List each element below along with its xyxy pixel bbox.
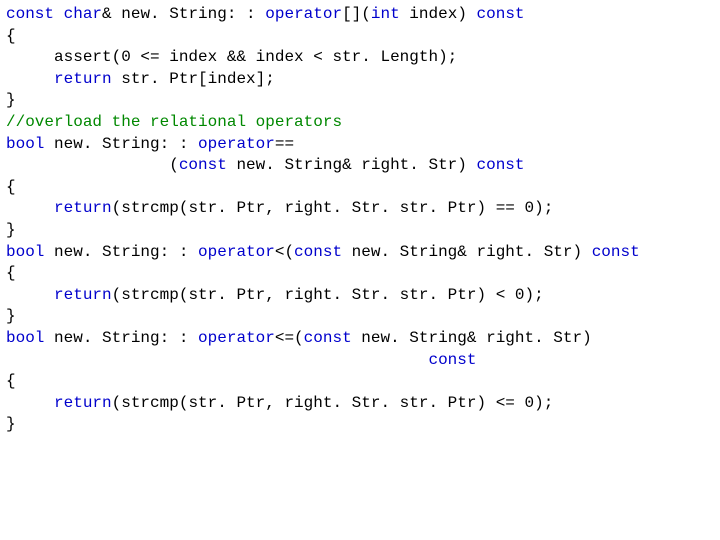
keyword-token: const [294, 243, 342, 261]
keyword-token: return [54, 70, 112, 88]
keyword-token: operator [265, 5, 342, 23]
text-token: (strcmp(str. Ptr, right. Str. str. Ptr) … [112, 199, 554, 217]
code-line: { [6, 177, 714, 199]
code-line: } [6, 306, 714, 328]
keyword-token: bool [6, 243, 44, 261]
keyword-token: operator [198, 243, 275, 261]
text-token: assert(0 <= index && index < str. Length… [6, 48, 457, 66]
text-token: } [6, 221, 16, 239]
keyword-token: return [54, 394, 112, 412]
text-token: } [6, 91, 16, 109]
keyword-token: const [304, 329, 352, 347]
text-token: <( [275, 243, 294, 261]
text-token: <=( [275, 329, 304, 347]
keyword-token: const [477, 5, 525, 23]
keyword-token: const [179, 156, 227, 174]
text-token: new. String& right. Str) [352, 329, 592, 347]
text-token: new. String: : [44, 329, 198, 347]
code-line: { [6, 26, 714, 48]
code-line: { [6, 263, 714, 285]
code-line: assert(0 <= index && index < str. Length… [6, 47, 714, 69]
code-line: bool new. String: : operator== [6, 134, 714, 156]
code-line: } [6, 220, 714, 242]
keyword-token: operator [198, 135, 275, 153]
code-line: return(strcmp(str. Ptr, right. Str. str.… [6, 285, 714, 307]
text-token: new. String: : [44, 243, 198, 261]
keyword-token: const [6, 5, 54, 23]
text-token: & new. String: : [102, 5, 265, 23]
keyword-token: return [54, 199, 112, 217]
code-line: (const new. String& right. Str) const [6, 155, 714, 177]
keyword-token: bool [6, 329, 44, 347]
text-token: new. String& right. Str) [342, 243, 592, 261]
text-token: (strcmp(str. Ptr, right. Str. str. Ptr) … [112, 394, 554, 412]
keyword-token: int [371, 5, 400, 23]
keyword-token: operator [198, 329, 275, 347]
text-token: { [6, 178, 16, 196]
text-token [54, 5, 64, 23]
keyword-token: bool [6, 135, 44, 153]
code-line: return(strcmp(str. Ptr, right. Str. str.… [6, 198, 714, 220]
code-line: } [6, 414, 714, 436]
keyword-token: return [54, 286, 112, 304]
text-token: new. String& right. Str) [227, 156, 477, 174]
keyword-token: const [428, 351, 476, 369]
code-line: bool new. String: : operator<=(const new… [6, 328, 714, 350]
text-token: } [6, 307, 16, 325]
code-line: { [6, 371, 714, 393]
text-token [6, 394, 54, 412]
text-token: { [6, 264, 16, 282]
text-token: { [6, 372, 16, 390]
text-token: == [275, 135, 294, 153]
code-line: return(strcmp(str. Ptr, right. Str. str.… [6, 393, 714, 415]
text-token [6, 286, 54, 304]
text-token: new. String: : [44, 135, 198, 153]
keyword-token: char [64, 5, 102, 23]
text-token [6, 351, 428, 369]
text-token [6, 70, 54, 88]
keyword-token: const [476, 156, 524, 174]
text-token: { [6, 27, 16, 45]
text-token: (strcmp(str. Ptr, right. Str. str. Ptr) … [112, 286, 544, 304]
keyword-token: const [592, 243, 640, 261]
text-token: ( [6, 156, 179, 174]
code-line: //overload the relational operators [6, 112, 714, 134]
text-token: []( [342, 5, 371, 23]
code-line: const [6, 350, 714, 372]
code-line: } [6, 90, 714, 112]
code-block: const char& new. String: : operator[](in… [0, 0, 720, 440]
text-token: index) [400, 5, 477, 23]
code-line: const char& new. String: : operator[](in… [6, 4, 714, 26]
text-token: } [6, 415, 16, 433]
text-token: str. Ptr[index]; [112, 70, 275, 88]
code-line: return str. Ptr[index]; [6, 69, 714, 91]
comment-token: //overload the relational operators [6, 113, 342, 131]
text-token [6, 199, 54, 217]
code-line: bool new. String: : operator<(const new.… [6, 242, 714, 264]
